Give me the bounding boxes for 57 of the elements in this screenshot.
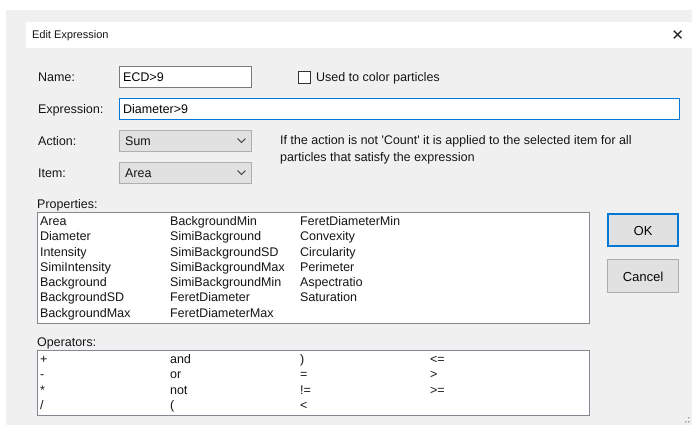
field-label: Expression: <box>38 102 104 116</box>
list-item[interactable]: Background <box>40 275 170 290</box>
list-item[interactable]: / <box>40 398 170 414</box>
list-item[interactable]: = <box>300 367 430 383</box>
list-item[interactable]: * <box>40 382 170 398</box>
operators-list[interactable]: + - * / and or not ( ) = != < <= > >= <box>37 350 590 416</box>
action-dropdown[interactable]: Sum <box>119 130 252 152</box>
list-label: Properties: <box>37 197 98 211</box>
resize-grip-icon <box>684 417 690 423</box>
list-item[interactable]: < <box>300 398 430 414</box>
checkbox-label: Used to color particles <box>316 70 440 84</box>
list-item[interactable]: SimiBackgroundMin <box>170 275 300 290</box>
list-item[interactable]: Diameter <box>40 229 170 245</box>
list-item[interactable]: SimiBackgroundSD <box>170 244 300 260</box>
field-label: Item: <box>38 166 67 180</box>
list-item[interactable]: != <box>300 382 430 398</box>
window-title: Edit Expression <box>32 29 108 41</box>
properties-list[interactable] <box>37 212 590 324</box>
list-item[interactable]: ) <box>300 352 430 368</box>
list-label: Operators: <box>37 335 98 349</box>
list-item[interactable]: FeretDiameterMax <box>170 306 300 322</box>
list-item[interactable]: - <box>40 367 170 383</box>
list-item[interactable]: SimiBackgroundMax <box>170 260 300 276</box>
chevron-icon <box>237 170 246 176</box>
field-label: Action: <box>38 134 78 148</box>
list-item[interactable]: >= <box>430 382 560 398</box>
list-item[interactable]: FeretDiameterMin <box>300 214 430 230</box>
list-item[interactable]: not <box>170 382 300 398</box>
list-item[interactable]: Convexity <box>300 229 430 245</box>
list-item[interactable]: Circularity <box>300 244 430 260</box>
list-item[interactable]: > <box>430 367 560 383</box>
list-item[interactable]: ( <box>170 398 300 414</box>
list-item[interactable]: BackgroundMax <box>40 306 170 322</box>
name-field[interactable]: ECD>9 <box>119 66 252 88</box>
list-item[interactable]: BackgroundSD <box>40 290 170 306</box>
list-item[interactable]: and <box>170 352 300 368</box>
list-item[interactable]: + <box>40 352 170 368</box>
expression-field[interactable]: Diameter>9 <box>119 98 680 120</box>
list-item[interactable]: BackgroundMin <box>170 214 300 230</box>
list-item[interactable]: Area <box>40 214 170 230</box>
checkbox[interactable] <box>298 70 311 84</box>
list-item[interactable]: or <box>170 367 300 383</box>
list-item[interactable]: Intensity <box>40 244 170 260</box>
list-item[interactable]: FeretDiameter <box>170 290 300 306</box>
list-item[interactable]: Perimeter <box>300 260 430 276</box>
list-item[interactable]: <= <box>430 352 560 368</box>
close-button[interactable]: ✕ <box>663 26 692 44</box>
help-text: If the action is not 'Count' it is applied to the selected item for all particles that satisfy the expression <box>280 132 632 166</box>
list-item[interactable]: SimiBackground <box>170 229 300 245</box>
list-item[interactable]: SimiIntensity <box>40 260 170 276</box>
list-item[interactable]: Aspectratio <box>300 275 430 290</box>
field-label: Name: <box>38 70 76 84</box>
item-dropdown[interactable]: Area <box>119 162 252 184</box>
chevron-icon <box>237 138 246 144</box>
cancel-button[interactable]: Cancel <box>607 259 679 293</box>
list-item[interactable]: Saturation <box>300 290 430 306</box>
ok-button[interactable]: OK <box>607 213 679 247</box>
